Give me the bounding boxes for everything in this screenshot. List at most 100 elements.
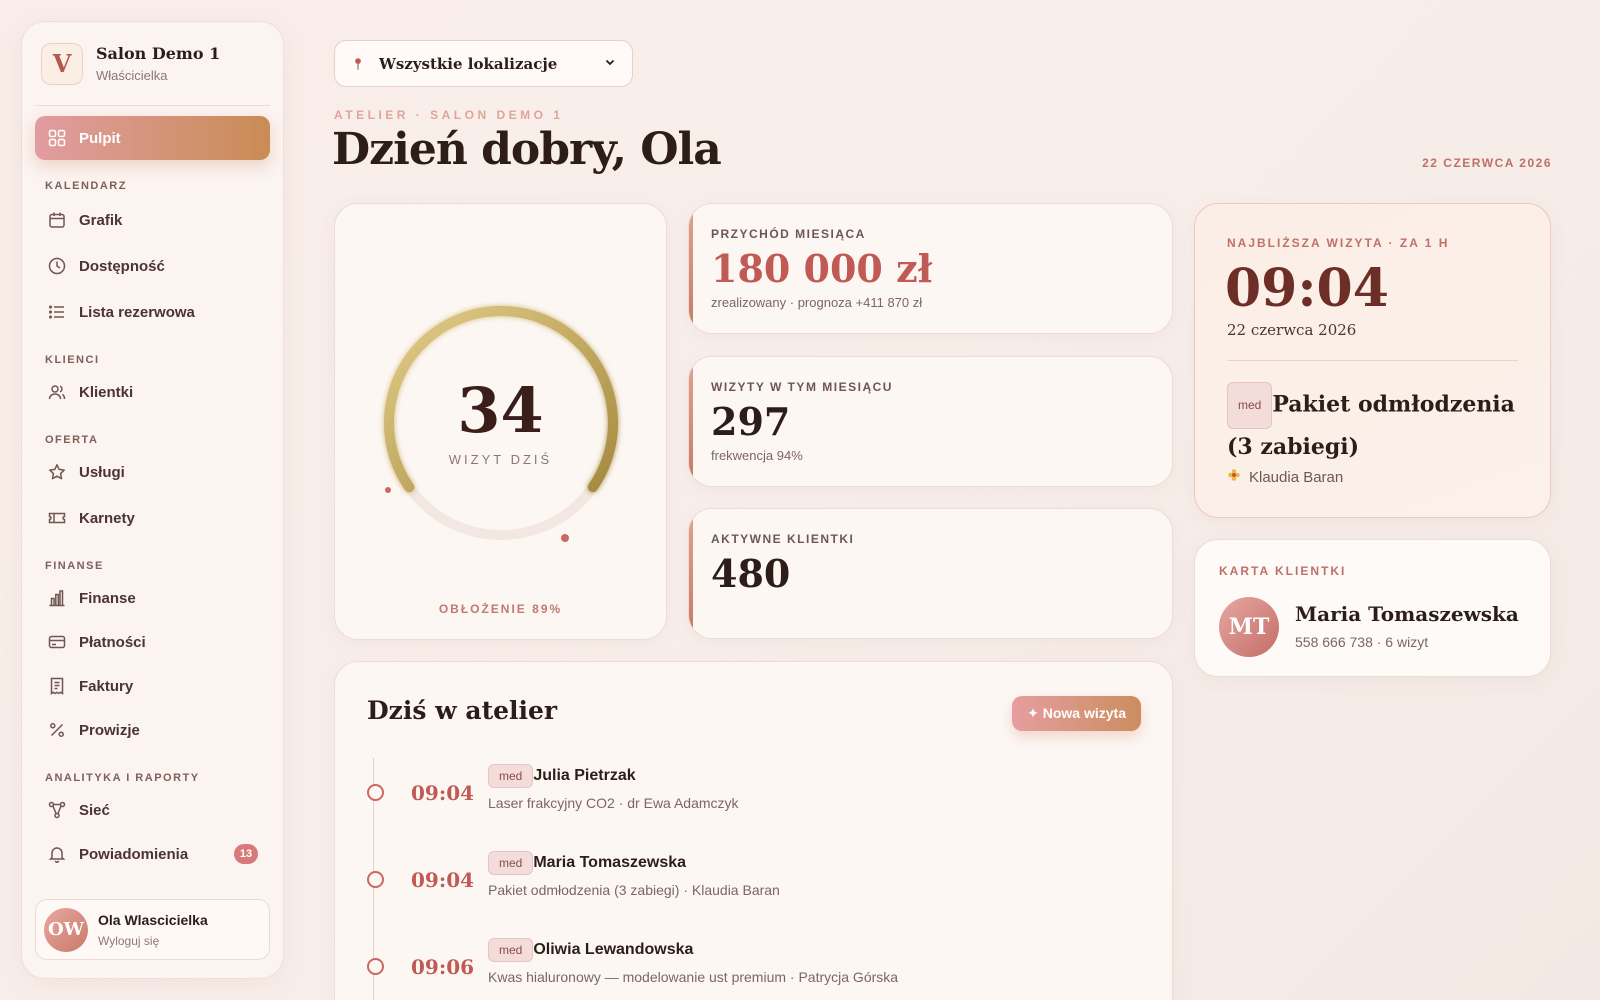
sidebar: V Salon Demo 1 Właścicielka Pulpit KALEN… [21, 21, 284, 979]
sidebar-item-klientki[interactable]: Klientki [35, 370, 270, 414]
sidebar-item-finanse[interactable]: Finanse [35, 576, 270, 620]
section-finanse: FINANSE [45, 560, 104, 572]
stat-label: WIZYTY W TYM MIESIĄCU [711, 380, 893, 394]
notifications-badge: 13 [234, 844, 258, 864]
next-specialist: Klaudia Baran [1227, 468, 1343, 486]
appointment-item[interactable]: 09:04 med Maria Tomaszewska Pakiet odmłod… [367, 851, 1142, 911]
greeting-prefix: Dzień dobry, [332, 124, 641, 175]
sidebar-item-label: Dostępność [79, 257, 165, 275]
sidebar-item-label: Karnety [79, 509, 135, 527]
brand-role: Właścicielka [96, 68, 168, 83]
section-analityka: ANALITYKA I RAPORTY [45, 772, 200, 784]
stat-label: AKTYWNE KLIENTKI [711, 532, 855, 546]
avatar: MT [1219, 597, 1279, 657]
ring-dot [561, 534, 569, 542]
appointment-item[interactable]: 09:06 med Oliwia Lewandowska Kwas hialuro… [367, 938, 1142, 998]
sidebar-item-label: Finanse [79, 589, 136, 607]
specialist-name: Klaudia Baran [1249, 468, 1344, 486]
sidebar-item-label: Płatności [79, 633, 146, 651]
section-title: Dziś w atelier [367, 696, 558, 725]
user-name: Ola Wlascicielka [98, 911, 208, 928]
sidebar-item-karnety[interactable]: Karnety [35, 496, 270, 540]
visits-today-card: 34 WIZYT DZIŚ OBŁOŻENIE 89% [334, 203, 667, 640]
sidebar-item-lista-rezerwowa[interactable]: Lista rezerwowa [35, 290, 270, 334]
client-name: Maria Tomaszewska [1295, 602, 1519, 626]
clock-icon [47, 256, 67, 276]
visits-today-value: 34 [457, 374, 544, 447]
sidebar-item-label: Lista rezerwowa [79, 303, 195, 321]
sidebar-item-dostepnosc[interactable]: Dostępność [35, 244, 270, 288]
bell-icon [47, 844, 67, 864]
appointment-time: 09:04 [411, 868, 475, 892]
next-date: 22 czerwca 2026 [1227, 321, 1357, 339]
appointment-client: Julia Pietrzak [533, 767, 636, 785]
client-eyebrow: KARTA KLIENTKI [1219, 564, 1347, 578]
occupancy-label: OBŁOŻENIE 89% [438, 602, 563, 616]
next-time: 09:04 [1225, 258, 1389, 319]
sidebar-item-label: Klientki [79, 383, 134, 401]
grid-icon [47, 128, 67, 148]
service-tag: med [488, 938, 534, 962]
stat-sub: zrealizowany · prognoza +411 870 zł [711, 295, 923, 310]
sidebar-item-powiadomienia[interactable]: Powiadomienia 13 [35, 832, 270, 876]
brand[interactable]: V Salon Demo 1 Właścicielka [35, 22, 270, 106]
bar-chart-icon [47, 588, 67, 608]
visits-today-label: WIZYT DZIŚ [448, 452, 553, 467]
revenue-card: PRZYCHÓD MIESIĄCA 180 000 zł zrealizowan… [688, 203, 1173, 334]
appointment-time: 09:06 [411, 955, 475, 979]
stat-value: 297 [711, 399, 791, 444]
new-appointment-button[interactable]: ✦ Nowa wizyta [1012, 696, 1141, 731]
sidebar-item-faktury[interactable]: Faktury [35, 664, 270, 708]
sidebar-item-platnosci[interactable]: Płatności [35, 620, 270, 664]
sidebar-item-siec[interactable]: Sieć [35, 788, 270, 832]
star-icon [47, 462, 67, 482]
section-kalendarz: KALENDARZ [45, 180, 127, 192]
client-meta: 558 666 738 · 6 wizyt [1295, 634, 1429, 650]
sidebar-item-pulpit[interactable]: Pulpit [35, 116, 270, 160]
users-icon [47, 382, 67, 402]
appointment-desc: Pakiet odmłodzenia (3 zabiegi) · Klaudia… [488, 882, 780, 898]
network-icon [47, 800, 67, 820]
calendar-icon [47, 210, 67, 230]
timeline-dot [367, 958, 384, 975]
appointment-desc: Laser frakcyjny CO2 · dr Ewa Adamczyk [488, 795, 739, 811]
appointment-client: Oliwia Lewandowska [533, 941, 694, 959]
section-klienci: KLIENCI [45, 354, 100, 366]
brand-logo: V [41, 42, 83, 85]
sidebar-item-label: Grafik [79, 211, 123, 229]
client-card[interactable]: KARTA KLIENTKI MT Maria Tomaszewska 558 … [1194, 539, 1551, 677]
next-eyebrow: NAJBLIŻSZA WIZYTA · ZA 1 H [1227, 236, 1450, 250]
credit-card-icon [47, 632, 67, 652]
today-card: Dziś w atelier ✦ Nowa wizyta 09:04 med Ju… [334, 661, 1173, 1000]
sidebar-item-label: Faktury [79, 677, 134, 695]
user-card[interactable]: OW Ola Wlascicielka Wyloguj się [35, 899, 270, 960]
appointment-item[interactable]: 09:04 med Julia Pietrzak Laser frakcyjny … [367, 764, 1142, 824]
stat-value: 480 [711, 551, 791, 596]
service-tag: med [488, 764, 534, 788]
sidebar-item-label: Usługi [79, 463, 125, 481]
stat-label: PRZYCHÓD MIESIĄCA [711, 227, 866, 241]
divider [1227, 360, 1518, 361]
ring-dot [385, 487, 391, 493]
location-select[interactable]: Wszystkie lokalizacje [334, 40, 633, 87]
flower-icon [1227, 468, 1241, 486]
brand-name: Salon Demo 1 [96, 44, 221, 63]
appointment-desc: Kwas hialuronowy — modelowanie ust premi… [488, 969, 899, 985]
greeting-name: Ola [640, 124, 722, 175]
ticket-icon [47, 508, 67, 528]
pin-icon [351, 54, 365, 74]
visits-month-card: WIZYTY W TYM MIESIĄCU 297 frekwencja 94% [688, 356, 1173, 487]
sidebar-item-label: Prowizje [79, 721, 140, 739]
active-clients-card: AKTYWNE KLIENTKI 480 [688, 508, 1173, 639]
receipt-icon [47, 676, 67, 696]
sidebar-item-prowizje[interactable]: Prowizje [35, 708, 270, 752]
logout-link[interactable]: Wyloguj się [98, 934, 208, 948]
sidebar-item-label: Sieć [79, 801, 110, 819]
sidebar-item-grafik[interactable]: Grafik [35, 198, 270, 242]
stat-value: 180 000 zł [711, 246, 933, 291]
stat-sub: frekwencja 94% [711, 448, 803, 463]
list-icon [47, 302, 67, 322]
sidebar-item-uslugi[interactable]: Usługi [35, 450, 270, 494]
section-oferta: OFERTA [45, 434, 99, 446]
next-appointment-card[interactable]: NAJBLIŻSZA WIZYTA · ZA 1 H 09:04 22 czer… [1194, 203, 1551, 518]
